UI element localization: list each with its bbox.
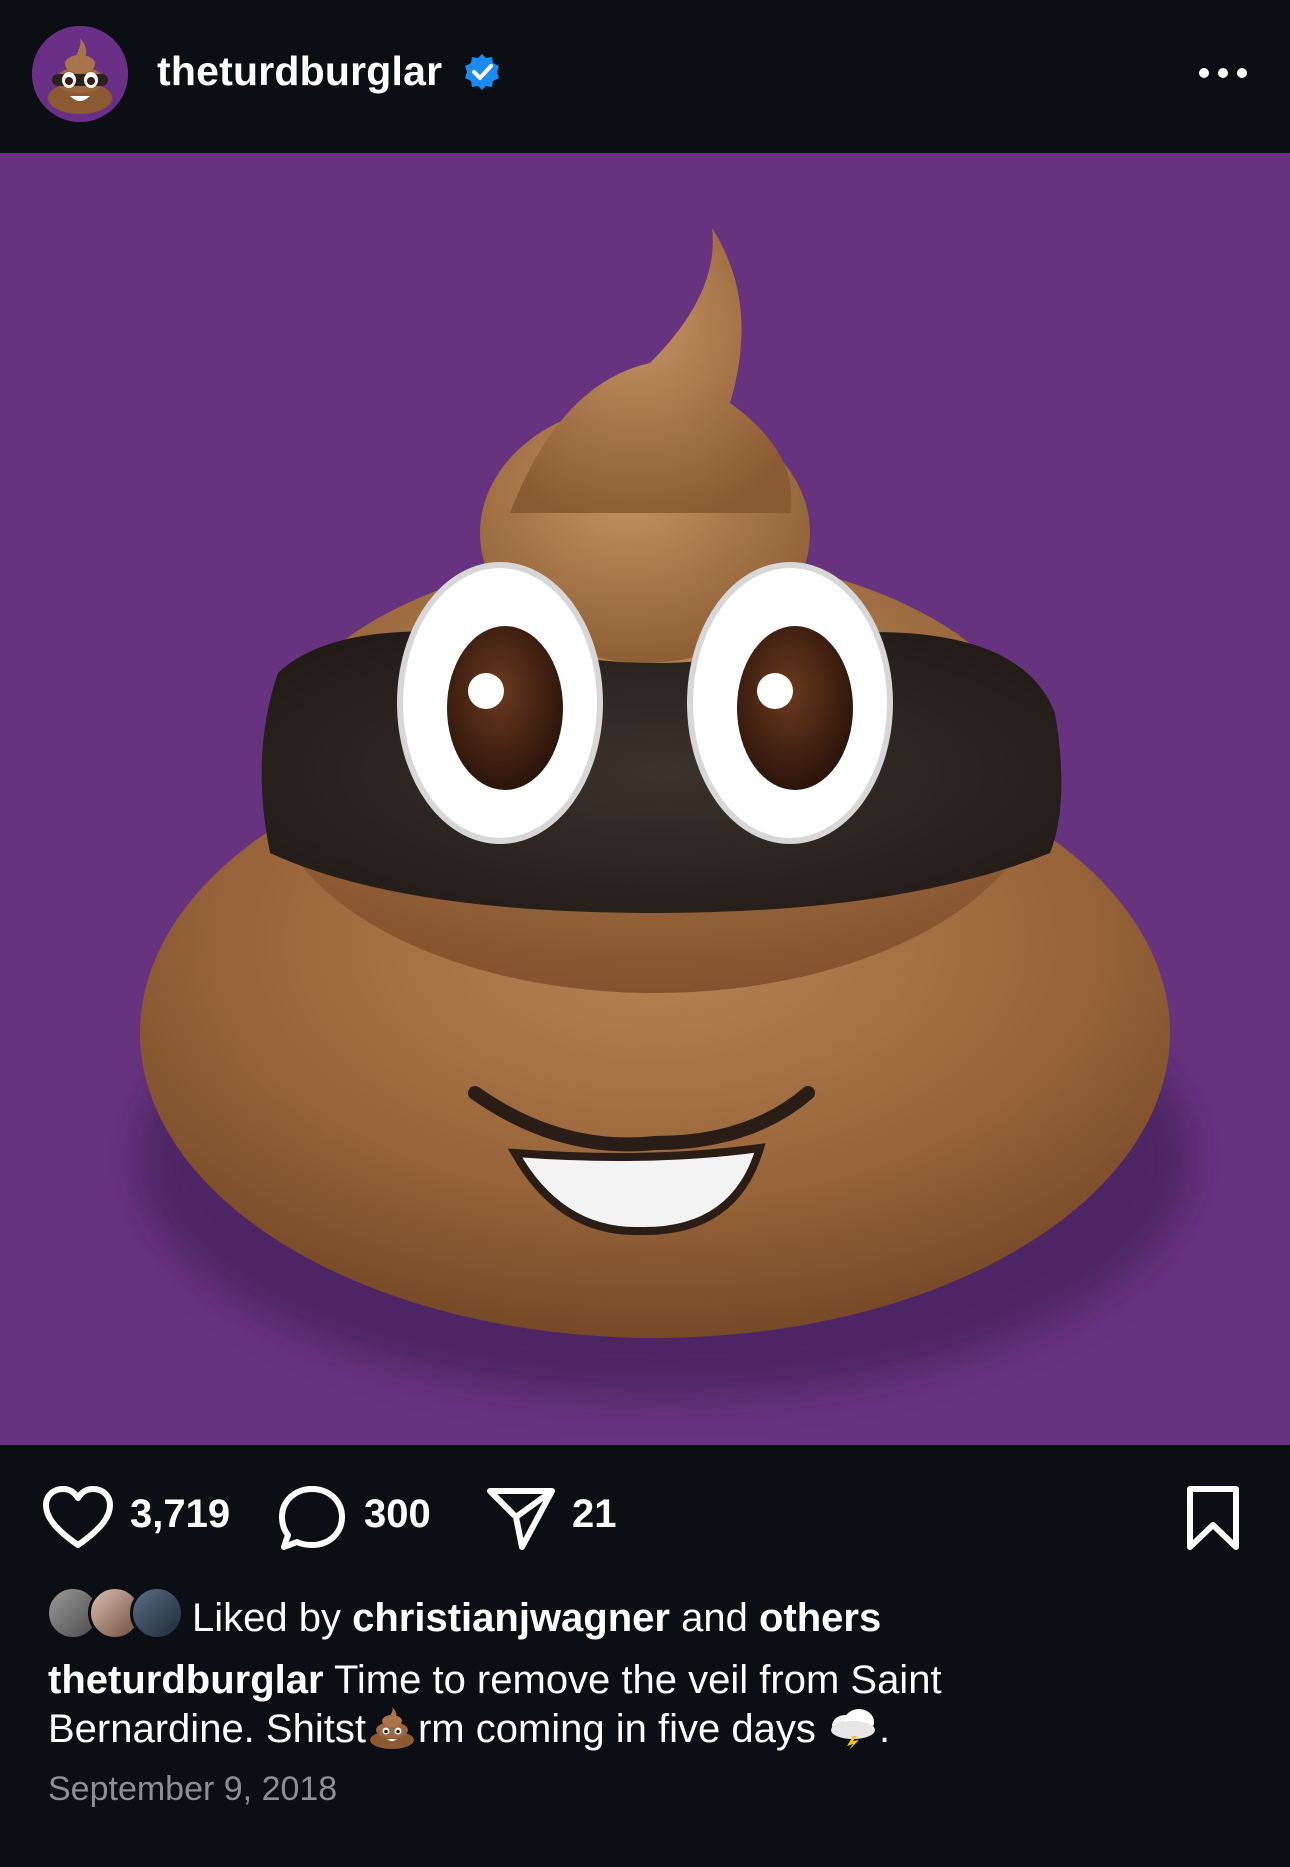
liked-by-user-link[interactable]: christianjwagner [352, 1596, 670, 1640]
caption-text-3: rm coming in five days [417, 1707, 816, 1751]
heart-icon[interactable] [42, 1485, 114, 1549]
masked-poop-emoji-image [135, 228, 1195, 1398]
caption-text-1: Time to remove the veil from Saint [333, 1658, 942, 1702]
storm-cloud-icon [831, 1709, 875, 1750]
liked-by-others-link[interactable]: others [759, 1596, 881, 1640]
profile-avatar[interactable] [32, 26, 128, 122]
shares-count[interactable]: 21 [572, 1492, 617, 1537]
post-image[interactable] [0, 153, 1290, 1445]
comment-icon[interactable] [278, 1485, 346, 1551]
more-options-icon[interactable] [1196, 58, 1250, 88]
poop-avatar-icon [32, 26, 128, 122]
caption-text-2: Bernardine. Shitst [48, 1707, 366, 1751]
liked-by-connector: and [681, 1596, 748, 1640]
share-icon[interactable] [486, 1485, 556, 1551]
header-username[interactable]: theturdburglar [157, 48, 442, 95]
post-caption: theturdburglar Time to remove the veil f… [48, 1656, 1228, 1754]
liked-by-prefix: Liked by [192, 1596, 341, 1640]
post-header: theturdburglar [0, 0, 1290, 153]
post-date: September 9, 2018 [48, 1770, 338, 1808]
poop-emoji-icon [369, 1707, 414, 1749]
bookmark-icon[interactable] [1184, 1485, 1242, 1551]
likes-count[interactable]: 3,719 [130, 1492, 230, 1537]
avatar [130, 1586, 184, 1640]
liked-by-text: Liked by christianjwagner and others [192, 1596, 881, 1641]
caption-text-4: . [879, 1707, 891, 1751]
verified-badge-icon [465, 54, 499, 90]
comments-count[interactable]: 300 [364, 1492, 431, 1537]
caption-username[interactable]: theturdburglar [48, 1658, 324, 1702]
